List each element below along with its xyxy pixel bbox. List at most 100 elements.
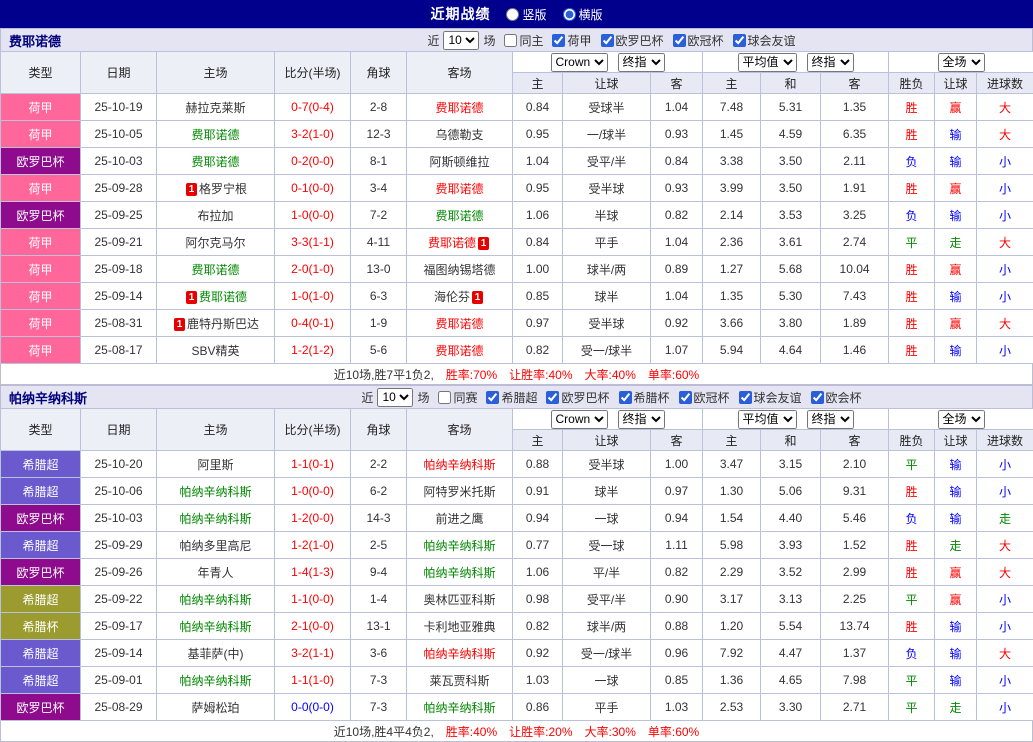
away-team: 奥林匹亚科斯 (407, 586, 513, 613)
corners: 14-3 (351, 505, 407, 532)
away-team-name: 福图纳锡塔德 (423, 263, 495, 277)
final-odds-select[interactable]: 终指 (618, 410, 665, 429)
avg-draw-odds: 4.59 (761, 121, 821, 148)
goals-result: 小 (977, 586, 1033, 613)
subcolumn-header: 胜负 (889, 430, 935, 451)
layout-radio-horizontal[interactable]: 横版 (563, 6, 603, 23)
result: 胜 (889, 613, 935, 640)
same-filter[interactable]: 同主 (504, 32, 543, 49)
avg-away-odds: 1.89 (821, 310, 889, 337)
layout-radio-vertical-input[interactable] (506, 8, 519, 21)
avg-draw-odds: 4.65 (761, 667, 821, 694)
subcolumn-header: 主 (703, 73, 761, 94)
avg-draw-odds: 3.50 (761, 175, 821, 202)
home-team-name: 基菲萨(中) (188, 647, 244, 661)
final-odds-select-2[interactable]: 终指 (807, 410, 854, 429)
away-team: 帕纳辛纳科斯 (407, 694, 513, 721)
avg-away-odds: 2.71 (821, 694, 889, 721)
match-row: 希腊超25-09-22帕纳辛纳科斯1-1(0-0)1-4奥林匹亚科斯0.98受平… (1, 586, 1033, 613)
home-team: 帕纳辛纳科斯 (157, 613, 275, 640)
league-filter-input[interactable] (811, 391, 824, 404)
league-filter-input[interactable] (601, 34, 614, 47)
same-filter-input[interactable] (438, 391, 451, 404)
league-filter[interactable]: 欧冠杯 (673, 32, 724, 49)
league-filter-input[interactable] (546, 391, 559, 404)
layout-radio-horizontal-input[interactable] (563, 8, 576, 21)
goals-result: 大 (977, 310, 1033, 337)
scope-select[interactable]: 全场 (938, 410, 985, 429)
home-team: 1格罗宁根 (157, 175, 275, 202)
league-filter-input[interactable] (619, 391, 632, 404)
corners: 13-1 (351, 613, 407, 640)
match-row: 希腊超25-10-06帕纳辛纳科斯1-0(0-0)6-2阿特罗米托斯0.91球半… (1, 478, 1033, 505)
league-filter[interactable]: 欧冠杯 (679, 389, 730, 406)
avg-home-odds: 5.98 (703, 532, 761, 559)
league-filter-input[interactable] (733, 34, 746, 47)
score: 1-2(1-0) (275, 532, 351, 559)
match-date: 25-10-20 (81, 451, 157, 478)
final-odds-select[interactable]: 终指 (618, 53, 665, 72)
handicap-result: 输 (935, 613, 977, 640)
recent-count-select[interactable]: 10 (443, 31, 479, 50)
same-filter[interactable]: 同赛 (438, 389, 477, 406)
league-filter-input[interactable] (486, 391, 499, 404)
league-filter-input[interactable] (552, 34, 565, 47)
home-team-name: 费耶诺德 (199, 290, 247, 304)
away-team: 费耶诺德1 (407, 229, 513, 256)
column-header: 客场 (407, 409, 513, 451)
result: 平 (889, 694, 935, 721)
league-type: 欧罗巴杯 (1, 559, 81, 586)
final-odds-select-2[interactable]: 终指 (807, 53, 854, 72)
avg-away-odds: 13.74 (821, 613, 889, 640)
handicap-result: 赢 (935, 256, 977, 283)
home-handicap-odds: 0.84 (513, 94, 563, 121)
odds-company-select[interactable]: Crown (551, 53, 608, 72)
score: 0-7(0-4) (275, 94, 351, 121)
home-handicap-odds: 1.03 (513, 667, 563, 694)
odds-company-select[interactable]: Crown (551, 410, 608, 429)
handicap-result: 赢 (935, 559, 977, 586)
league-filter[interactable]: 球会友谊 (733, 32, 796, 49)
average-odds-select[interactable]: 平均值 (738, 410, 797, 429)
league-filter[interactable]: 希腊杯 (619, 389, 670, 406)
away-handicap-odds: 0.84 (651, 148, 703, 175)
league-filter[interactable]: 欧会杯 (811, 389, 862, 406)
league-filter[interactable]: 欧罗巴杯 (601, 32, 664, 49)
average-odds-select[interactable]: 平均值 (738, 53, 797, 72)
handicap-result: 输 (935, 640, 977, 667)
home-team: 费耶诺德 (157, 256, 275, 283)
same-filter-input[interactable] (504, 34, 517, 47)
scope-select[interactable]: 全场 (938, 53, 985, 72)
red-card-icon: 1 (186, 291, 197, 304)
layout-radio-vertical[interactable]: 竖版 (506, 6, 546, 23)
handicap-line: 平手 (563, 229, 651, 256)
match-date: 25-10-06 (81, 478, 157, 505)
away-team-name: 帕纳辛纳科斯 (423, 566, 495, 580)
corners: 7-2 (351, 202, 407, 229)
league-filter-input[interactable] (739, 391, 752, 404)
home-team: 费耶诺德 (157, 121, 275, 148)
home-team: 1费耶诺德 (157, 283, 275, 310)
league-filter-input[interactable] (673, 34, 686, 47)
avg-home-odds: 5.94 (703, 337, 761, 364)
scope-selector: 全场 (889, 409, 1033, 430)
summary-stat: 近10场,胜7平1负2, (334, 366, 434, 383)
league-filter[interactable]: 希腊超 (486, 389, 537, 406)
corners: 13-0 (351, 256, 407, 283)
league-filter-input[interactable] (679, 391, 692, 404)
avg-away-odds: 1.91 (821, 175, 889, 202)
home-handicap-odds: 0.92 (513, 640, 563, 667)
away-team-name: 费耶诺德 (428, 236, 476, 250)
league-filter[interactable]: 球会友谊 (739, 389, 802, 406)
home-handicap-odds: 0.97 (513, 310, 563, 337)
league-filter-label: 球会友谊 (748, 32, 796, 49)
handicap-result: 输 (935, 202, 977, 229)
league-filter[interactable]: 荷甲 (552, 32, 591, 49)
corners: 5-6 (351, 337, 407, 364)
recent-count-select[interactable]: 10 (377, 388, 413, 407)
home-handicap-odds: 0.85 (513, 283, 563, 310)
league-type: 希腊超 (1, 532, 81, 559)
away-handicap-odds: 1.03 (651, 694, 703, 721)
league-filter[interactable]: 欧罗巴杯 (546, 389, 609, 406)
handicap-result: 赢 (935, 94, 977, 121)
